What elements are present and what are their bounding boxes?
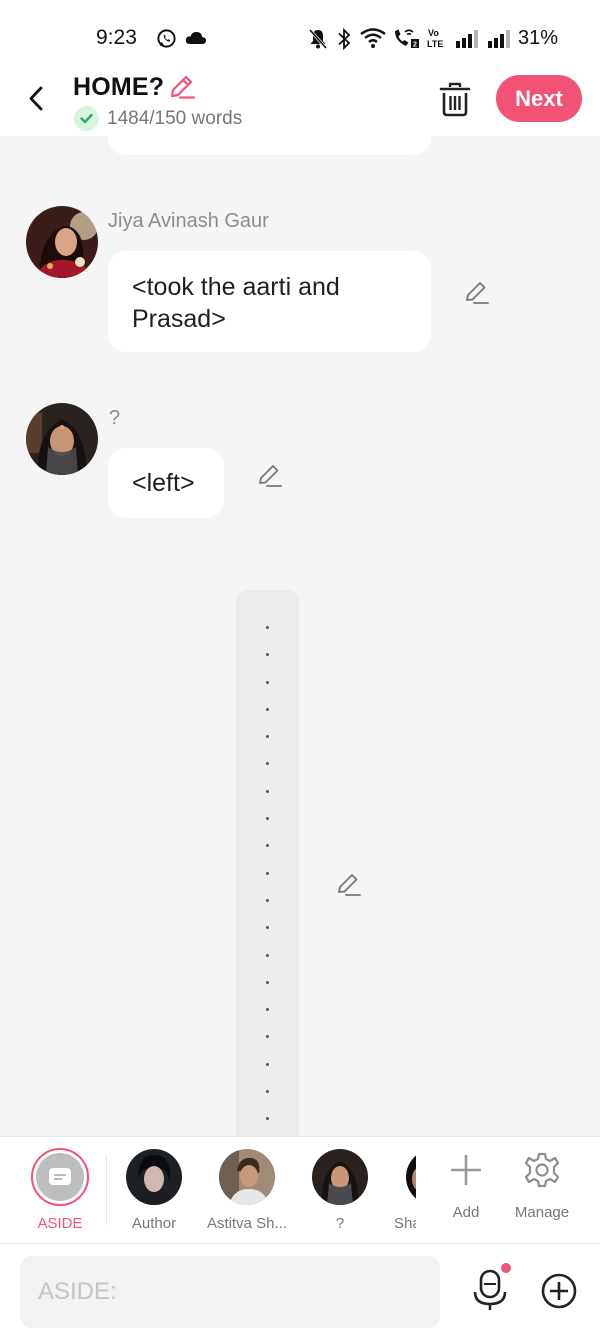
avatar [219,1149,275,1205]
dot [266,680,269,684]
dot [266,1035,269,1039]
avatar [312,1149,368,1205]
microphone-icon[interactable] [470,1268,510,1312]
dot [266,871,269,875]
dot [266,926,269,930]
signal-icon [488,30,510,48]
manage-characters-button[interactable]: Manage [497,1137,587,1245]
word-count: 1484/150 words [107,108,243,129]
back-arrow-icon[interactable] [22,84,52,114]
dot [266,626,269,629]
divider [106,1155,107,1225]
dot [266,1008,269,1012]
avatar[interactable] [26,206,98,278]
dot [266,1117,269,1121]
edit-message-icon[interactable] [335,870,363,898]
avatar [126,1149,182,1205]
dot [266,898,269,902]
character-unknown[interactable]: ? [295,1137,385,1245]
status-time: 9:23 [96,26,137,49]
svg-text:Vo: Vo [428,28,439,38]
check-icon [74,106,99,131]
chat-area: Jiya Avinash Gaur <took the aarti and Pr… [0,136,600,1136]
message-text: <left> [132,469,195,497]
character-sha[interactable]: Sha [383,1137,416,1245]
gear-icon [524,1152,560,1188]
ellipsis-bubble[interactable] [236,590,299,1136]
wifi-icon [360,28,386,48]
dot [266,762,269,766]
character-label: Author [131,1215,177,1232]
wifi-call-icon: 2 [395,29,419,49]
whatsapp-icon [157,29,176,48]
message-input[interactable] [20,1256,440,1328]
message-bubble[interactable] [108,136,431,155]
volte-icon: Vo LTE [427,28,443,49]
cloud-icon [185,31,207,44]
character-author[interactable]: Author [109,1137,199,1245]
character-label: Astitva Sh... [206,1215,288,1232]
svg-text:2: 2 [413,42,417,49]
edit-message-icon[interactable] [463,278,491,306]
svg-text:LTE: LTE [427,39,443,49]
message-bubble[interactable]: <took the aarti and Prasad> [108,251,431,352]
trash-icon[interactable] [438,81,472,117]
battery-level: 31% [518,27,559,49]
character-astitva[interactable]: Astitva Sh... [202,1137,292,1245]
dot [266,844,269,848]
dot [266,817,269,821]
edit-message-icon[interactable] [256,461,284,489]
character-bar: ASIDE Author Astitva Sh... ? Sh Add Mana… [0,1136,600,1244]
message-text: <took the aarti and Prasad> [132,273,340,333]
dot [266,789,269,793]
speaker-name: ? [109,407,121,429]
character-label: ? [335,1215,345,1232]
avatar[interactable] [26,403,98,475]
dot [266,653,269,657]
dot [266,980,269,984]
status-bar: 9:23 2 Vo LTE 31% [0,0,600,72]
bluetooth-icon [338,27,351,51]
character-label: Manage [514,1204,570,1221]
story-header: HOME? 1484/150 words Next [0,72,600,136]
dot [266,953,269,957]
aside-icon [31,1148,89,1206]
character-aside[interactable]: ASIDE [15,1137,105,1245]
dot [266,1090,269,1094]
add-circle-icon[interactable] [540,1272,578,1310]
dot [266,735,269,739]
dot [266,1062,269,1066]
avatar [406,1149,416,1205]
signal-icon [456,30,478,48]
plus-icon [451,1155,481,1185]
speaker-name: Jiya Avinash Gaur [108,210,269,232]
dot [266,707,269,711]
edit-title-icon[interactable] [166,72,196,102]
recording-dot [501,1263,511,1273]
character-label: ASIDE [37,1215,83,1232]
message-bubble[interactable]: <left> [108,448,224,518]
input-bar [0,1244,600,1340]
story-title: HOME? [73,73,165,101]
next-button[interactable]: Next [496,75,582,122]
mute-icon [308,29,328,49]
character-label: Sha [394,1215,416,1232]
